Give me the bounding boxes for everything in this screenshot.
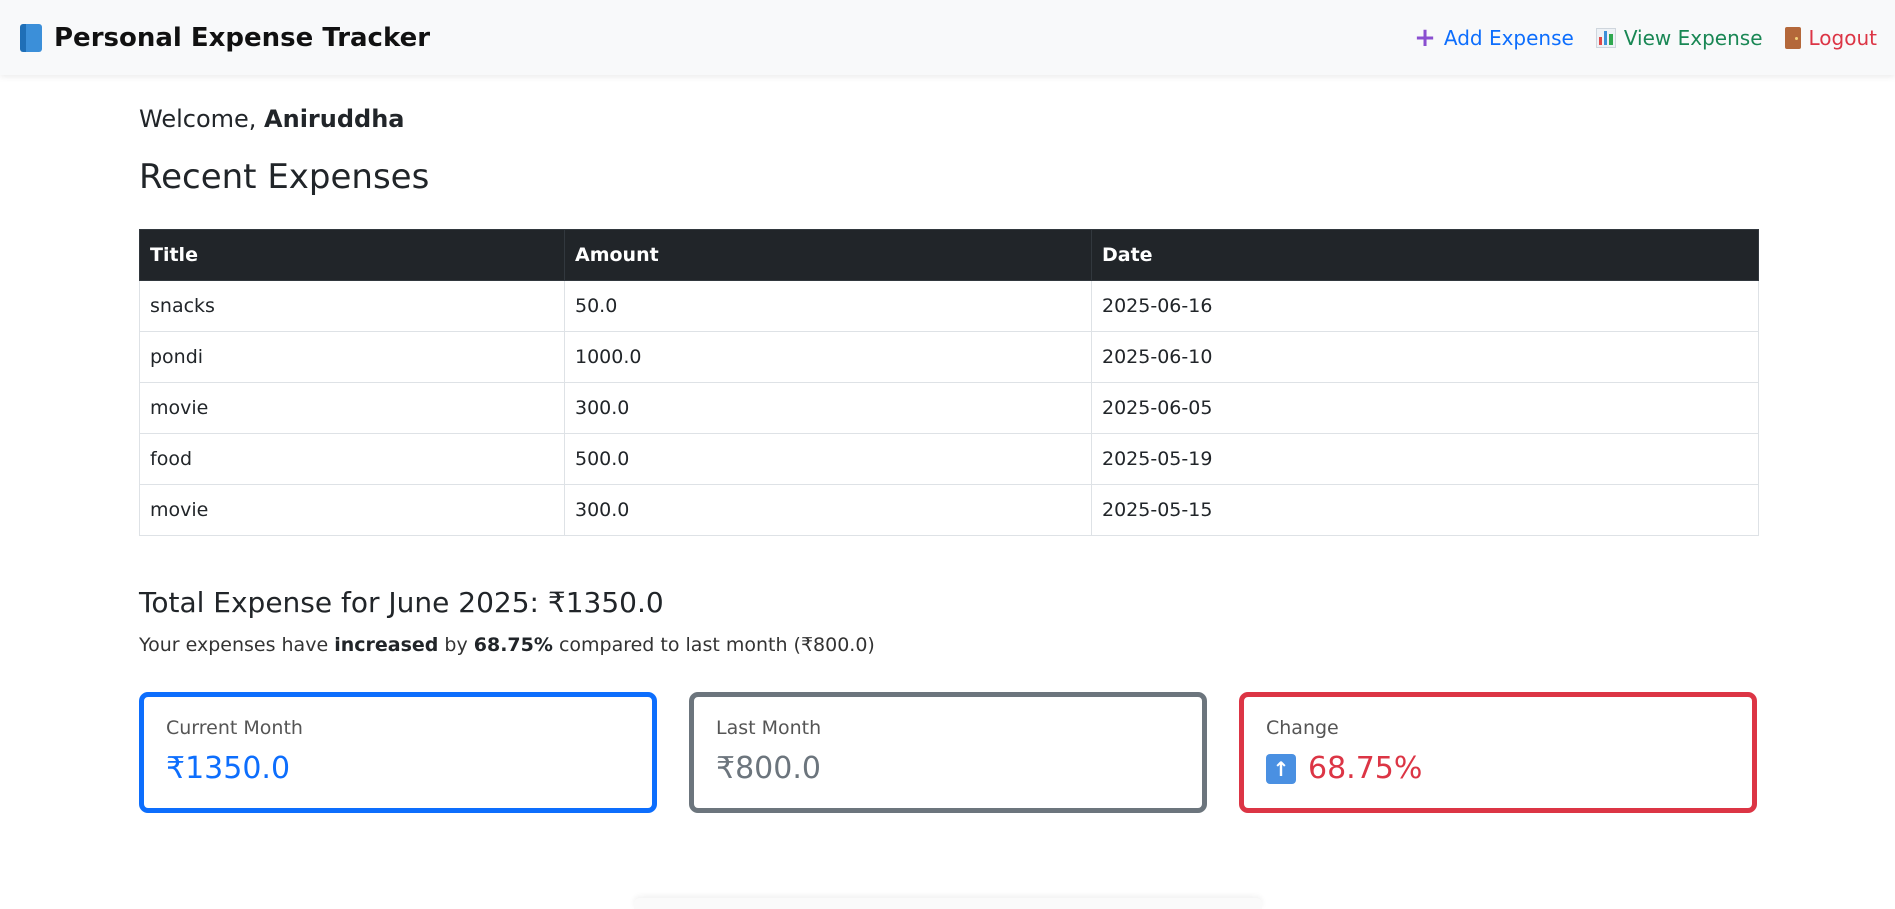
- comparison-suffix: compared to last month (₹800.0): [552, 634, 875, 656]
- comparison-percent: 68.75%: [473, 634, 553, 656]
- comparison-direction: increased: [334, 634, 439, 656]
- main-content: Welcome, Aniruddha Recent Expenses Title…: [139, 75, 1759, 813]
- cell-amount: 1000.0: [564, 331, 1092, 383]
- summary-cards: Current Month ₹1350.0 Last Month ₹800.0 …: [139, 692, 1759, 813]
- last-month-card: Last Month ₹800.0: [689, 692, 1207, 813]
- cell-date: 2025-06-16: [1091, 280, 1759, 332]
- bar-chart-icon: [1595, 27, 1616, 48]
- nav-links: + Add Expense View Expense Logout: [1414, 25, 1877, 51]
- change-card: Change ↑ 68.75%: [1239, 692, 1757, 813]
- cell-amount: 50.0: [564, 280, 1092, 332]
- header-date: Date: [1091, 229, 1759, 281]
- logout-label: Logout: [1808, 25, 1877, 50]
- comparison-prefix: Your expenses have: [139, 634, 335, 656]
- add-expense-label: Add Expense: [1443, 25, 1574, 50]
- welcome-prefix: Welcome,: [139, 105, 265, 133]
- table-header-row: Title Amount Date: [139, 229, 1759, 281]
- current-month-value: ₹1350.0: [166, 751, 291, 786]
- brand-title: Personal Expense Tracker: [54, 22, 431, 53]
- header-amount: Amount: [564, 229, 1092, 281]
- recent-expenses-title: Recent Expenses: [139, 157, 430, 197]
- table-row: snacks 50.0 2025-06-16: [139, 280, 1759, 332]
- cell-date: 2025-05-15: [1091, 484, 1759, 536]
- footer-panel: [634, 898, 1262, 909]
- plus-icon: +: [1414, 22, 1436, 53]
- change-label: Change: [1266, 717, 1339, 739]
- total-expense-heading: Total Expense for June 2025: ₹1350.0: [139, 586, 664, 619]
- table-row: movie 300.0 2025-05-15: [139, 484, 1759, 536]
- cell-amount: 300.0: [564, 484, 1092, 536]
- table-row: movie 300.0 2025-06-05: [139, 382, 1759, 434]
- expenses-table: Title Amount Date snacks 50.0 2025-06-16…: [139, 229, 1759, 536]
- last-month-label: Last Month: [716, 717, 822, 739]
- comparison-mid: by: [438, 634, 474, 656]
- cell-date: 2025-06-05: [1091, 382, 1759, 434]
- arrow-up-icon: ↑: [1266, 753, 1296, 784]
- cell-amount: 300.0: [564, 382, 1092, 434]
- book-icon: [20, 23, 42, 52]
- view-expense-label: View Expense: [1623, 25, 1763, 50]
- navbar: Personal Expense Tracker + Add Expense V…: [0, 0, 1895, 75]
- welcome-message: Welcome, Aniruddha: [139, 105, 1759, 139]
- table-row: food 500.0 2025-05-19: [139, 433, 1759, 485]
- view-expense-link[interactable]: View Expense: [1595, 25, 1763, 50]
- brand[interactable]: Personal Expense Tracker: [20, 23, 430, 53]
- cell-title: movie: [139, 484, 565, 536]
- current-month-card: Current Month ₹1350.0: [139, 692, 657, 813]
- cell-title: snacks: [139, 280, 565, 332]
- change-value: 68.75%: [1308, 751, 1423, 786]
- cell-title: movie: [139, 382, 565, 434]
- current-month-label: Current Month: [166, 717, 303, 739]
- door-icon: [1784, 26, 1801, 49]
- add-expense-link[interactable]: + Add Expense: [1414, 25, 1574, 51]
- cell-date: 2025-06-10: [1091, 331, 1759, 383]
- cell-date: 2025-05-19: [1091, 433, 1759, 485]
- cell-title: food: [139, 433, 565, 485]
- cell-title: pondi: [139, 331, 565, 383]
- header-title: Title: [139, 229, 565, 281]
- logout-link[interactable]: Logout: [1784, 25, 1877, 50]
- comparison-text: Your expenses have increased by 68.75% c…: [139, 634, 1759, 662]
- table-row: pondi 1000.0 2025-06-10: [139, 331, 1759, 383]
- last-month-value: ₹800.0: [716, 751, 821, 786]
- user-name: Aniruddha: [264, 105, 405, 133]
- cell-amount: 500.0: [564, 433, 1092, 485]
